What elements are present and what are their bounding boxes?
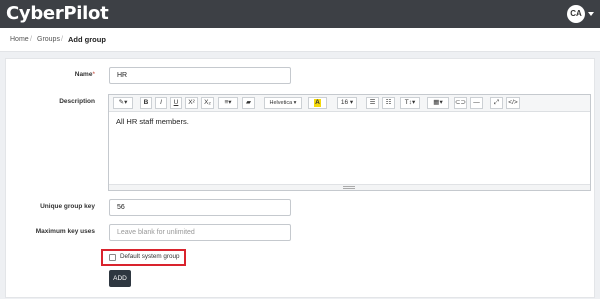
max-uses-label: Maximum key uses — [35, 228, 95, 235]
top-navbar: CyberPilot CA — [0, 0, 600, 28]
default-system-group-checkbox[interactable] — [109, 254, 116, 261]
breadcrumb-separator: / — [30, 36, 32, 43]
editor-resize-handle[interactable] — [109, 184, 590, 190]
breadcrumb: Home / Groups / Add group — [0, 28, 600, 52]
subscript-button[interactable]: X₂ — [201, 97, 214, 109]
grip-icon — [343, 186, 355, 189]
chevron-down-icon[interactable] — [588, 12, 594, 16]
default-system-group-label[interactable]: Default system group — [120, 253, 180, 260]
font-size-dropdown[interactable]: 16 ▾ — [337, 97, 357, 109]
link-icon[interactable]: ⊂⊃ — [454, 97, 467, 109]
code-view-icon[interactable]: </> — [506, 97, 520, 109]
name-field[interactable]: HR — [109, 67, 291, 84]
highlight-color-button[interactable]: A — [308, 97, 327, 109]
magic-wand-icon[interactable]: ✎▾ — [113, 97, 133, 109]
eraser-icon[interactable]: ▰ — [242, 97, 255, 109]
max-uses-field[interactable]: Leave blank for unlimited — [109, 224, 291, 241]
align-dropdown[interactable]: ≡▾ — [218, 97, 238, 109]
name-label: Name* — [74, 71, 95, 78]
editor-toolbar: ✎▾ B I U X² X₂ ≡▾ ▰ Helvetica ▾ A 16 ▾ ☰… — [109, 95, 590, 112]
breadcrumb-separator: / — [61, 36, 63, 43]
italic-button[interactable]: I — [155, 97, 167, 109]
bullet-list-icon[interactable]: ☰ — [366, 97, 379, 109]
add-button[interactable]: ADD — [109, 270, 131, 287]
bold-button[interactable]: B — [140, 97, 152, 109]
rich-text-editor[interactable]: ✎▾ B I U X² X₂ ≡▾ ▰ Helvetica ▾ A 16 ▾ ☰… — [108, 94, 591, 191]
font-family-dropdown[interactable]: Helvetica ▾ — [264, 97, 302, 109]
superscript-button[interactable]: X² — [185, 97, 198, 109]
text-height-dropdown[interactable]: T↕▾ — [400, 97, 420, 109]
horizontal-rule-icon[interactable]: — — [470, 97, 483, 109]
page-title: Add group — [68, 35, 106, 44]
user-avatar[interactable]: CA — [567, 5, 585, 23]
unique-key-field[interactable]: 56 — [109, 199, 291, 216]
underline-button[interactable]: U — [170, 97, 182, 109]
breadcrumb-home[interactable]: Home — [10, 28, 29, 52]
brand-logo[interactable]: CyberPilot — [6, 3, 109, 25]
breadcrumb-groups[interactable]: Groups — [37, 28, 60, 52]
table-dropdown[interactable]: ▦▾ — [427, 97, 449, 109]
description-editor-content[interactable]: All HR staff members. — [109, 112, 590, 184]
unique-key-label: Unique group key — [40, 203, 95, 210]
description-label: Description — [59, 98, 95, 105]
numbered-list-icon[interactable]: ☷ — [382, 97, 395, 109]
fullscreen-icon[interactable]: ⤢ — [490, 97, 503, 109]
